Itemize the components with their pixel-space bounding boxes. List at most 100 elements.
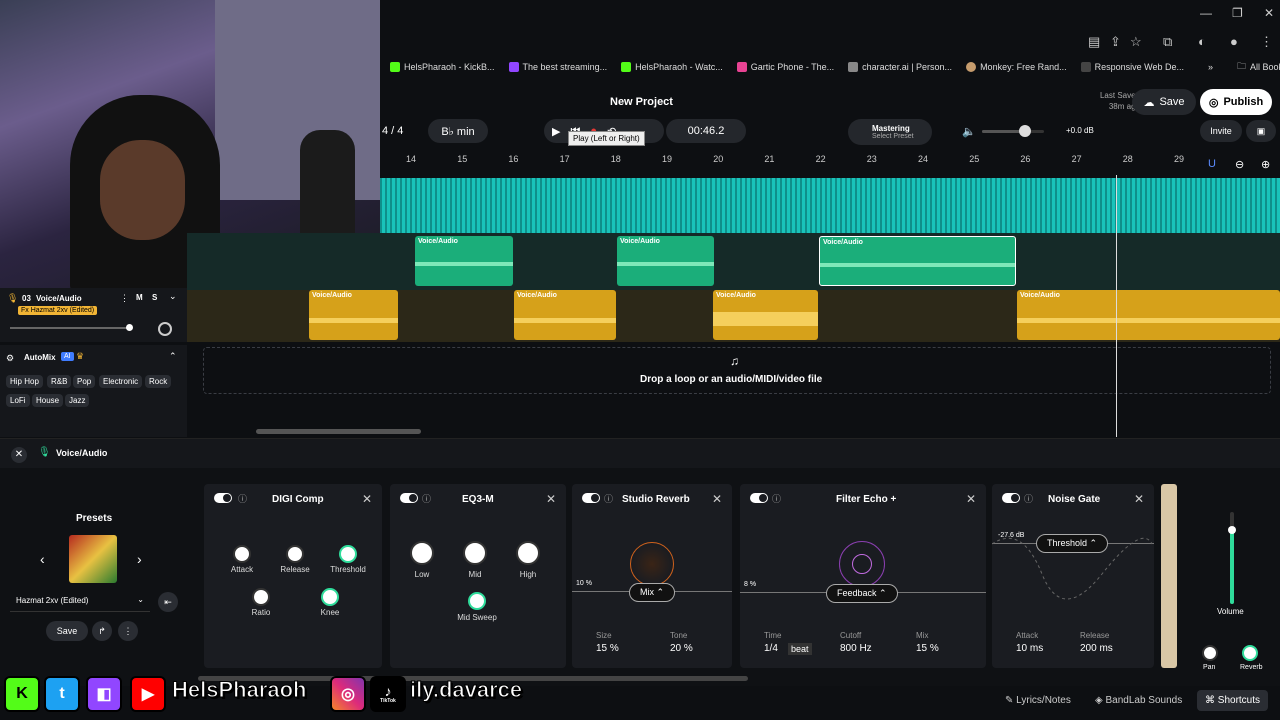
pan-knob[interactable] — [158, 322, 172, 336]
tone-value[interactable]: 20 % — [670, 643, 693, 654]
track-volume-slider[interactable] — [10, 324, 133, 331]
size-value[interactable]: 15 % — [596, 643, 619, 654]
fx-toggle[interactable] — [1002, 493, 1020, 503]
share-icon[interactable]: ⇪ — [1110, 34, 1121, 50]
track-header[interactable]: 🎙 03 Voice/Audio ⋮ M S ⌄ Fx Hazmat 2xv (… — [0, 288, 187, 342]
master-volume-slider[interactable] — [982, 125, 1044, 137]
bookmark-star-icon[interactable]: ☆ — [1130, 34, 1142, 50]
genre-jazz[interactable]: Jazz — [65, 394, 90, 407]
slider-handle[interactable] — [126, 324, 133, 331]
bookmark-item[interactable]: character.ai | Person... — [848, 62, 952, 72]
shortcuts-button[interactable]: ⌘ Shortcuts — [1197, 690, 1269, 711]
zoom-out-icon[interactable]: ⊖ — [1235, 158, 1244, 171]
audio-clip[interactable]: Voice/Audio — [617, 236, 714, 286]
audio-clip-selected[interactable]: Voice/Audio — [819, 236, 1016, 286]
audio-clip[interactable]: Voice/Audio — [415, 236, 513, 286]
slider-handle[interactable] — [1019, 125, 1032, 137]
more-icon[interactable]: ⋮ — [118, 621, 138, 641]
reverb-knob[interactable] — [1242, 645, 1258, 661]
cutoff-value[interactable]: 800 Hz — [840, 643, 872, 654]
preset-save-button[interactable]: Save — [46, 621, 88, 641]
attack-knob[interactable] — [233, 545, 251, 563]
volume-fader[interactable] — [1228, 512, 1236, 604]
mid-knob[interactable] — [463, 541, 487, 565]
fx-toggle[interactable] — [750, 493, 768, 503]
mute-button[interactable]: M — [136, 293, 143, 302]
close-icon[interactable]: ✕ — [362, 492, 372, 506]
mix-select[interactable]: Mix ⌃ — [629, 583, 676, 602]
bookmark-item[interactable]: Responsive Web De... — [1080, 62, 1184, 72]
mastering-button[interactable]: Mastering Select Preset — [848, 119, 932, 145]
drop-zone[interactable]: ♫ Drop a loop or an audio/MIDI/video fil… — [203, 347, 1271, 394]
mid-sweep-knob[interactable] — [468, 592, 486, 610]
chevron-left-icon[interactable]: ‹ — [40, 551, 45, 567]
pan-knob[interactable] — [1202, 645, 1218, 661]
genre-hip-hop[interactable]: Hip Hop — [6, 375, 43, 388]
bandlab-sounds-button[interactable]: ◈ BandLab Sounds — [1095, 695, 1182, 706]
chevron-right-icon[interactable]: » — [1208, 62, 1213, 72]
attack-value[interactable]: 10 ms — [1016, 643, 1043, 654]
fx-toggle[interactable] — [582, 493, 600, 503]
info-icon[interactable]: ⓘ — [604, 492, 613, 505]
close-window-icon[interactable]: ✕ — [1264, 6, 1274, 20]
knee-knob[interactable] — [321, 588, 339, 606]
chevron-down-icon[interactable]: ⌄ — [169, 291, 177, 302]
ratio-knob[interactable] — [252, 588, 270, 606]
close-icon[interactable]: ✕ — [546, 492, 556, 506]
zoom-in-icon[interactable]: ⊕ — [1261, 158, 1270, 171]
bookmark-item[interactable]: HelsPharaoh - KickB... — [390, 62, 495, 72]
preset-select[interactable]: Hazmat 2xv (Edited) ⌄ — [10, 592, 150, 612]
play-icon[interactable]: ▶ — [552, 125, 560, 138]
all-bookmarks[interactable]: 🗀All Bookmarks — [1237, 59, 1280, 75]
low-knob[interactable] — [410, 541, 434, 565]
restore-icon[interactable]: ❐ — [1232, 6, 1243, 20]
menu-icon[interactable]: ⋮ — [1260, 34, 1273, 50]
threshold-select[interactable]: Threshold ⌃ — [1036, 534, 1109, 553]
publish-button[interactable]: ◎ Publish — [1200, 89, 1272, 115]
time-value[interactable]: 1/4 — [764, 643, 778, 654]
threshold-knob[interactable] — [339, 545, 357, 563]
invite-button[interactable]: Invite — [1200, 120, 1242, 142]
minimize-icon[interactable]: — — [1200, 6, 1212, 20]
project-title[interactable]: New Project — [610, 96, 673, 108]
close-icon[interactable]: ✕ — [1134, 492, 1144, 506]
info-icon[interactable]: ⓘ — [422, 492, 431, 505]
audio-clip[interactable]: Voice/Audio — [713, 290, 818, 340]
avatar[interactable]: ● — [1230, 34, 1238, 49]
track-name[interactable]: Voice/Audio — [36, 294, 82, 303]
magnet-icon[interactable]: U — [1208, 158, 1216, 170]
archive-icon[interactable]: ▣ — [1246, 120, 1276, 142]
genre-pop[interactable]: Pop — [73, 375, 96, 388]
speaker-icon[interactable]: 🔈 — [962, 125, 976, 138]
beat-unit[interactable]: beat — [788, 643, 812, 655]
lyrics-button[interactable]: ✎ Lyrics/Notes — [1005, 695, 1071, 706]
bookmark-item[interactable]: Monkey: Free Rand... — [966, 62, 1067, 72]
info-icon[interactable]: ⓘ — [1024, 492, 1033, 505]
close-icon[interactable]: ✕ — [966, 492, 976, 506]
share-icon[interactable]: ↱ — [92, 621, 112, 641]
bookmark-item[interactable]: HelsPharaoh - Watc... — [621, 62, 723, 72]
key-button[interactable]: B♭ min — [428, 119, 488, 143]
genre-rock[interactable]: Rock — [145, 375, 172, 388]
bookmark-item[interactable]: The best streaming... — [508, 62, 607, 72]
release-knob[interactable] — [286, 545, 304, 563]
info-icon[interactable]: ⓘ — [238, 492, 247, 505]
more-icon[interactable]: ⋮ — [120, 293, 129, 304]
chevron-up-icon[interactable]: ⌃ — [169, 351, 177, 362]
genre-rnb[interactable]: R&B — [47, 375, 72, 388]
audio-clip[interactable]: Voice/Audio — [309, 290, 398, 340]
save-button[interactable]: ☁ Save — [1132, 89, 1196, 115]
fx-toggle[interactable] — [400, 493, 418, 503]
info-icon[interactable]: ⓘ — [772, 492, 781, 505]
horizontal-scrollbar[interactable] — [256, 429, 421, 434]
reading-list-icon[interactable]: ▤ — [1088, 34, 1100, 50]
reset-icon[interactable]: ⇤ — [158, 592, 178, 612]
bookmark-item[interactable]: Gartic Phone - The... — [736, 62, 834, 72]
track-audio-teal[interactable] — [380, 178, 1280, 233]
audio-clip[interactable]: Voice/Audio — [514, 290, 616, 340]
close-icon[interactable]: ✕ — [712, 492, 722, 506]
high-knob[interactable] — [516, 541, 540, 565]
release-value[interactable]: 200 ms — [1080, 643, 1113, 654]
fx-badge[interactable]: Fx Hazmat 2xv (Edited) — [18, 306, 98, 315]
fx-toggle[interactable] — [214, 493, 232, 503]
